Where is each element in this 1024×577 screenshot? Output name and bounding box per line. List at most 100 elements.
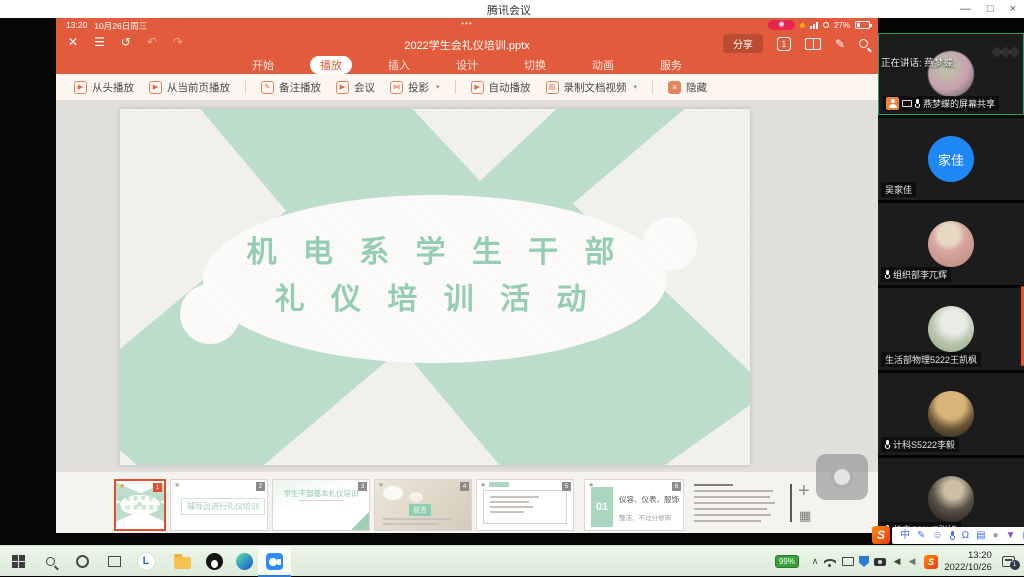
notification-badge: 1 bbox=[1010, 560, 1020, 570]
tab-insert[interactable]: 插入 bbox=[378, 56, 420, 74]
tab-transition[interactable]: 切换 bbox=[514, 56, 556, 74]
sogou-tray-icon[interactable]: S bbox=[922, 546, 940, 577]
edge-icon[interactable] bbox=[230, 546, 258, 577]
divider bbox=[455, 80, 456, 94]
record-icon: ▤ bbox=[546, 81, 559, 94]
tab-design[interactable]: 设计 bbox=[446, 56, 488, 74]
search-icon[interactable] bbox=[859, 39, 868, 48]
search-icon[interactable] bbox=[36, 546, 64, 577]
thumbnail-slide-2[interactable]: ★ 辅导员进行礼仪培训 2 bbox=[170, 479, 268, 531]
page-number-badge[interactable]: 1 bbox=[777, 37, 791, 51]
hide-button[interactable]: ≡ 隐藏 bbox=[668, 80, 707, 95]
battery-percent: 27% bbox=[834, 21, 850, 30]
video-tile-sharer[interactable]: ◆◆◆ 燕梦蝶的屏幕共享 bbox=[878, 33, 1024, 115]
thumb3-triangle bbox=[351, 512, 369, 530]
battery-percent: 99% bbox=[775, 555, 799, 568]
thumb5-chip bbox=[489, 482, 509, 487]
speaker-alt-icon[interactable]: ◀ bbox=[905, 546, 919, 577]
notes-play-button[interactable]: ✎ 备注播放 bbox=[261, 80, 321, 95]
lock-icon bbox=[823, 22, 829, 28]
orange-privacy-dot-icon bbox=[800, 23, 805, 28]
close-button[interactable]: × bbox=[1010, 3, 1016, 15]
avatar bbox=[928, 391, 974, 437]
reading-view-icon[interactable] bbox=[805, 38, 821, 50]
restore-button[interactable]: □ bbox=[987, 3, 994, 15]
handwriting-icon[interactable]: ✎ bbox=[917, 527, 925, 544]
account-icon[interactable]: ● bbox=[993, 527, 999, 544]
meeting-button[interactable]: ▶ 会议 bbox=[336, 80, 375, 95]
thumb4-textline bbox=[383, 523, 439, 525]
thumbnail-slide-4[interactable]: ★ 前言 4 bbox=[374, 479, 472, 531]
tab-start[interactable]: 开始 bbox=[242, 56, 284, 74]
avatar bbox=[928, 476, 974, 522]
current-slide[interactable]: 机 电 系 学 生 干 部 礼 仪 培 训 活 动 bbox=[120, 109, 750, 465]
voice-input-icon[interactable] bbox=[950, 531, 955, 540]
notes-line bbox=[694, 496, 770, 498]
sogou-ime-bar[interactable]: S 中 ✎ ☺ Ω ▤ ● ▼ ▦ bbox=[872, 526, 1024, 544]
clock[interactable]: 13:20 2022/10/26 bbox=[942, 546, 994, 577]
play-icon: ▶ bbox=[149, 81, 162, 94]
qq-icon[interactable] bbox=[200, 546, 228, 577]
thumb4-textline bbox=[383, 518, 451, 520]
thumb5-listline bbox=[490, 506, 533, 508]
security-shield-icon[interactable] bbox=[857, 546, 871, 577]
video-tile[interactable]: 计科S5222李毅 bbox=[878, 373, 1024, 455]
keyboard-icon[interactable]: ▤ bbox=[976, 527, 985, 544]
note-icon: ✎ bbox=[261, 81, 274, 94]
auto-play-label: 自动播放 bbox=[489, 80, 531, 95]
taskbar-date: 2022/10/26 bbox=[944, 562, 992, 573]
add-slide-button[interactable]: + bbox=[798, 480, 810, 503]
notification-center-icon[interactable]: 1 bbox=[998, 546, 1018, 577]
tab-animation[interactable]: 动画 bbox=[582, 56, 624, 74]
slide-title-line1: 机 电 系 学 生 干 部 bbox=[120, 227, 750, 271]
notes-line bbox=[694, 520, 761, 522]
tencent-meeting-taskbar-slot[interactable] bbox=[258, 546, 291, 577]
cast-tray-icon[interactable] bbox=[840, 546, 856, 577]
speaking-indicator: 正在讲话: 燕梦蝶; bbox=[881, 55, 955, 69]
thumbnail-slide-1[interactable]: ★ 机 电 系 学 生 干 部 礼 仪 培 训 活 动 1 bbox=[114, 479, 166, 531]
thumbnail-slide-5[interactable]: ★ 5 bbox=[476, 479, 574, 531]
start-button[interactable] bbox=[4, 546, 32, 577]
speaker-icon[interactable]: ◀ bbox=[890, 546, 904, 577]
tab-service[interactable]: 服务 bbox=[650, 56, 692, 74]
projector-button[interactable]: ⋈ 投影 ▾ bbox=[390, 80, 440, 95]
thumbnail-slide-3[interactable]: 学生干部基本礼仪培训 3 bbox=[272, 479, 370, 531]
symbols-icon[interactable]: Ω bbox=[962, 527, 969, 544]
chinese-mode-icon[interactable]: 中 bbox=[900, 527, 910, 544]
tab-play[interactable]: 播放 bbox=[310, 56, 352, 74]
record-doc-video-button[interactable]: ▤ 录制文档视频 ▾ bbox=[546, 80, 638, 95]
play-from-current-label: 从当前页播放 bbox=[167, 80, 230, 95]
notes-scrollbar[interactable] bbox=[790, 484, 792, 522]
hidden-icons-chevron[interactable]: ∧ bbox=[808, 546, 822, 577]
play-from-start-label: 从头播放 bbox=[92, 80, 134, 95]
cellular-icon bbox=[810, 22, 818, 29]
sogou-logo-icon[interactable]: S bbox=[872, 526, 890, 544]
skin-icon[interactable]: ▼ bbox=[1006, 527, 1016, 544]
play-from-current-button[interactable]: ▶ 从当前页播放 bbox=[149, 80, 230, 95]
file-explorer-icon[interactable] bbox=[168, 546, 196, 577]
wifi-icon[interactable] bbox=[822, 546, 838, 577]
video-tile[interactable]: 家佳 吴家佳 bbox=[878, 118, 1024, 200]
share-button[interactable]: 分享 bbox=[723, 34, 763, 53]
lenovo-app-icon[interactable]: L bbox=[132, 546, 160, 577]
participant-name: 组织部李兀辉 bbox=[893, 268, 947, 281]
thumbnail-slide-6[interactable]: ★ 01 仪容、仪表、服饰 整洁、不过分修饰 6 bbox=[584, 479, 684, 531]
thumb3-text: 学生干部基本礼仪培训 bbox=[273, 488, 369, 499]
mic-icon bbox=[885, 440, 890, 449]
video-tile[interactable]: 组织部李兀辉 bbox=[878, 203, 1024, 285]
assistive-touch-button[interactable] bbox=[816, 454, 868, 500]
video-tile[interactable]: 生活部物理5222王凯枫 bbox=[878, 288, 1024, 370]
pen-tools-icon[interactable]: ✎ bbox=[835, 37, 845, 51]
auto-play-button[interactable]: ▶ 自动播放 bbox=[471, 80, 531, 95]
cortana-icon[interactable] bbox=[68, 546, 96, 577]
projector-icon: ⋈ bbox=[390, 81, 403, 94]
thumb5-listline bbox=[490, 511, 524, 513]
minimize-button[interactable]: — bbox=[960, 3, 971, 15]
camera-tray-icon[interactable] bbox=[872, 546, 888, 577]
emoji-icon[interactable]: ☺ bbox=[932, 527, 942, 544]
play-from-start-button[interactable]: ▶ 从头播放 bbox=[74, 80, 134, 95]
task-view-icon[interactable] bbox=[100, 546, 128, 577]
battery-tray[interactable]: 99% bbox=[768, 546, 806, 577]
slide-sorter-icon[interactable]: ▦ bbox=[799, 508, 811, 524]
avatar bbox=[928, 221, 974, 267]
